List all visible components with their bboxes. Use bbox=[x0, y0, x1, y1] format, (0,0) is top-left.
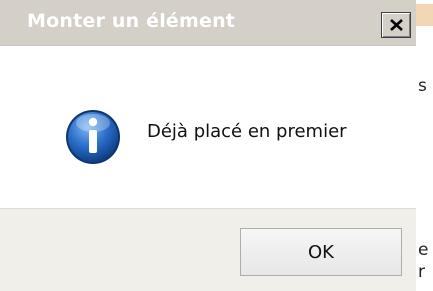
dialog-titlebar[interactable]: Monter un élément bbox=[0, 0, 416, 46]
dialog-title: Monter un élément bbox=[27, 10, 236, 32]
message-dialog: Monter un élément Déjà placé en premier … bbox=[0, 0, 416, 291]
background-highlight bbox=[416, 4, 433, 26]
background-text-fragment: s bbox=[418, 76, 427, 96]
information-icon bbox=[66, 110, 120, 164]
dialog-message: Déjà placé en premier bbox=[147, 121, 347, 142]
background-text-fragment: r bbox=[418, 262, 425, 282]
close-button[interactable] bbox=[381, 12, 411, 38]
background-text-fragment: e bbox=[418, 240, 429, 260]
ok-button[interactable]: OK bbox=[240, 228, 402, 276]
close-icon bbox=[390, 19, 403, 31]
